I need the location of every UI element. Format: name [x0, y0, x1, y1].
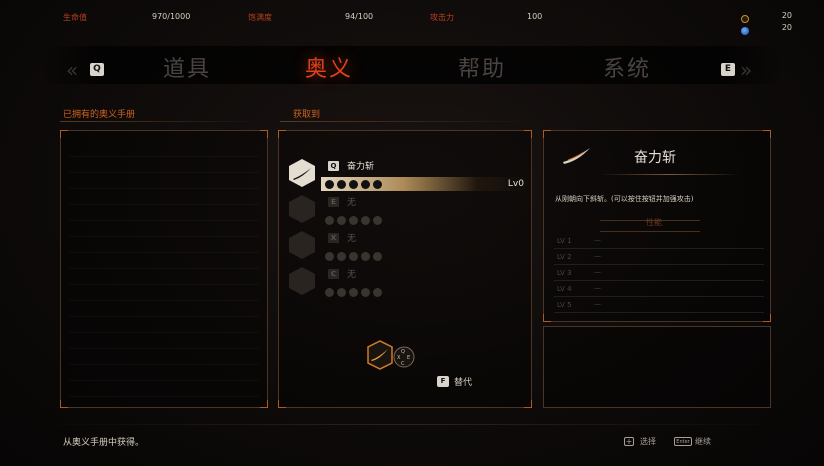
slot-key: E — [328, 197, 339, 207]
continue-hint-label: 继续 — [695, 437, 711, 446]
art-slot-q[interactable]: Q 奋力斩 Lv0 — [283, 157, 530, 193]
skill-wheel — [367, 340, 415, 370]
slot-name: 无 — [347, 234, 357, 244]
empty-slot-icon — [289, 195, 315, 223]
slot-level-bar — [321, 177, 529, 191]
owned-section-title: 已拥有的奥义手册 — [63, 110, 136, 120]
level-row: LV 4 — — [554, 281, 764, 297]
slot-level-bar — [321, 285, 529, 299]
wheel-key-e: E — [407, 355, 411, 361]
prev-tab-key[interactable]: Q — [90, 63, 104, 76]
wheel-key-x: X — [397, 355, 401, 361]
gold-coin-icon — [741, 15, 749, 23]
tab-system[interactable]: 系统 — [603, 51, 651, 83]
attack-value: 100 — [527, 12, 543, 21]
level-row: LV 2 — — [554, 249, 764, 265]
slot-level-bar — [321, 249, 529, 263]
slot-key: C — [328, 269, 339, 279]
hp-label: 生命值 — [63, 13, 87, 22]
chevron-right-icon: » — [740, 58, 753, 82]
attack-label: 攻击力 — [430, 13, 454, 22]
traits-title: 性能 — [646, 218, 662, 227]
slash-icon — [289, 159, 315, 187]
chevron-left-icon: « — [66, 58, 79, 82]
dpad-icon: + — [624, 437, 634, 446]
slot-key: Q — [328, 161, 339, 171]
slash-art-icon — [563, 148, 590, 164]
level-row: LV 3 — — [554, 265, 764, 281]
satiety-label: 饱满度 — [248, 13, 272, 22]
tab-items[interactable]: 道具 — [163, 51, 211, 83]
art-slot-c[interactable]: C 无 — [283, 265, 530, 301]
game-menu-screen: 生命值 970/1000 饱满度 94/100 攻击力 100 20 20 « … — [0, 0, 824, 466]
source-hint-text: 从奥义手册中获得。 — [63, 438, 145, 448]
slot-level: Lv0 — [507, 179, 524, 189]
select-hint-label: 选择 — [640, 437, 656, 446]
level-row: LV 1 — — [554, 233, 764, 249]
tab-arts[interactable]: 奥义 — [305, 51, 353, 83]
hp-value: 970/1000 — [152, 12, 191, 21]
slot-name: 无 — [347, 270, 357, 280]
slot-key: X — [328, 233, 339, 243]
satiety-value: 94/100 — [345, 12, 374, 21]
alternate-key[interactable]: F — [437, 376, 449, 387]
alternate-label: 替代 — [454, 378, 473, 388]
footer-divider — [40, 424, 784, 425]
acquired-section-title: 获取到 — [293, 110, 321, 120]
tab-help[interactable]: 帮助 — [458, 51, 506, 83]
empty-slot-icon — [289, 267, 315, 295]
art-detail-name: 奋力斩 — [634, 150, 676, 166]
enter-key-icon: Enter — [674, 437, 692, 446]
blue-gem-icon — [741, 27, 749, 35]
art-detail-lower-panel — [543, 326, 771, 408]
next-tab-key[interactable]: E — [721, 63, 735, 76]
owned-section-divider — [60, 121, 265, 122]
stats-bar: 生命值 970/1000 饱满度 94/100 攻击力 100 — [0, 12, 824, 32]
slot-name: 无 — [347, 198, 357, 208]
acquired-section-divider — [280, 121, 530, 122]
owned-manuals-panel — [60, 130, 268, 408]
gem-count: 20 — [781, 23, 792, 32]
detail-divider — [600, 174, 740, 175]
art-slot-x[interactable]: X 无 — [283, 229, 530, 265]
tab-bar — [40, 46, 784, 84]
level-row: LV 5 — — [554, 297, 764, 313]
empty-slot-icon — [289, 231, 315, 259]
art-slot-e[interactable]: E 无 — [283, 193, 530, 229]
gold-count: 20 — [781, 11, 792, 20]
slot-name: 奋力斩 — [347, 162, 375, 172]
wheel-key-c: C — [401, 361, 405, 367]
art-detail-description: 从刚朝向下斜斩。(可以按住按钮并加强攻击) — [555, 195, 694, 203]
slot-level-bar — [321, 213, 529, 227]
wheel-key-q: Q — [401, 349, 405, 355]
